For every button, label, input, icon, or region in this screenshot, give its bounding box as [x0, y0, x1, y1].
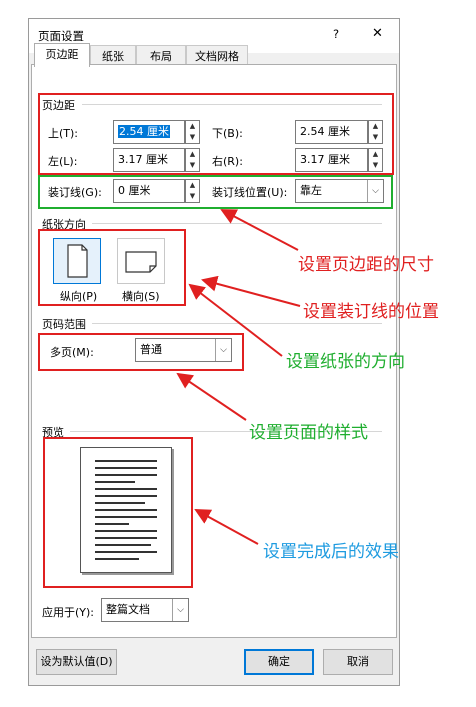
arrow-icon	[176, 372, 247, 421]
arrow-icon	[188, 283, 283, 357]
annotation-orientation: 设置纸张的方向	[286, 352, 405, 372]
arrow-icon	[194, 509, 259, 545]
annotation-gutter: 设置装订线的位置	[303, 302, 439, 322]
annotation-page-style: 设置页面的样式	[249, 423, 368, 443]
tab-margins[interactable]: 页边距	[34, 43, 90, 67]
annotation-result: 设置完成后的效果	[263, 542, 399, 562]
annotation-margins: 设置页边距的尺寸	[298, 255, 434, 275]
arrow-icon	[220, 209, 299, 251]
arrow-icon	[201, 275, 301, 307]
